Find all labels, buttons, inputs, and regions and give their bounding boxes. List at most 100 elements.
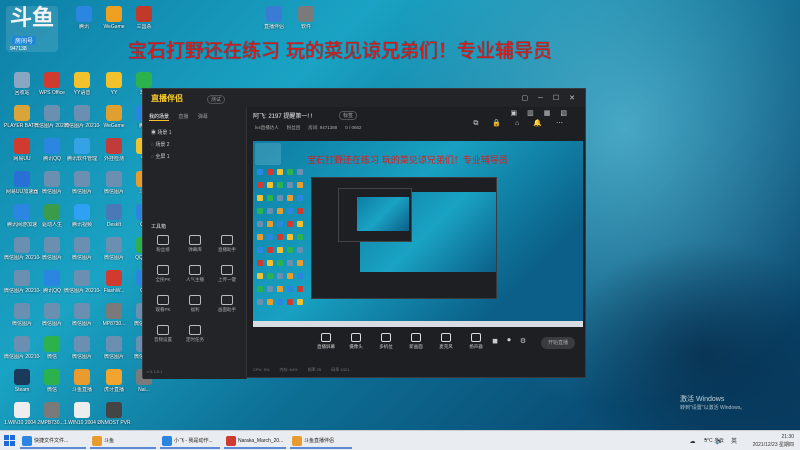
stream-preview[interactable]: 宝石打野还在练习 玩的菜见谅兄弟们！专业辅导员 (253, 141, 583, 327)
desktop-icon[interactable]: 微信图片 2021040... (64, 105, 100, 141)
tool-icon (221, 235, 233, 245)
control-icon (381, 333, 391, 342)
preview-mini-icon (277, 169, 283, 175)
desktop-icon[interactable]: 斗鱼直播 (64, 369, 100, 405)
tool-button[interactable]: 音频设置 (149, 325, 177, 343)
desktop-icon[interactable]: 微信图片 2021040... (64, 270, 100, 306)
tool-button[interactable]: 弹幕库 (181, 235, 209, 253)
app-icon (74, 138, 90, 154)
clock[interactable]: 5°C 多云 21:30 2021/12/23 星期四 (704, 433, 794, 449)
tab-scenes[interactable]: 我的场景 (149, 114, 170, 121)
preview-mini-icon (267, 169, 273, 175)
tool-button[interactable]: 上传一键 (213, 265, 241, 283)
taskbar-item[interactable]: 斗鱼直播伴侣 (290, 433, 352, 449)
tool-button[interactable]: 全民PK (149, 265, 177, 283)
control-label: 摄像头 (349, 344, 363, 349)
control-label: 麦克风 (439, 344, 453, 349)
taskbar-item[interactable]: 小飞 - 我是动作... (160, 433, 220, 449)
toolbox-title: 工具箱 (151, 224, 167, 230)
app-icon (106, 171, 122, 187)
clock-date: 2021/12/23 星期四 (752, 442, 794, 448)
control-button[interactable]: 扬声器 (463, 333, 489, 350)
desktop-icon[interactable]: 微信图片 (64, 237, 100, 273)
taskbar-item[interactable]: 快捷文件文件... (20, 433, 86, 449)
control-button[interactable]: 直播屏幕 (313, 333, 339, 350)
tool-icon (221, 295, 233, 305)
desktop-icon-label: 微信图片 (71, 189, 92, 195)
taskbar-item[interactable]: Naraka_March_20... (224, 433, 286, 449)
tool-label: 音频设置 (154, 337, 172, 342)
control-button[interactable]: 新画面 (403, 333, 429, 350)
app-icon (44, 171, 60, 187)
desktop-icon-label: 斗鱼直播 (71, 387, 92, 393)
control-button[interactable]: 麦克风 (433, 333, 459, 350)
desktop-icon[interactable]: 微信图片 (64, 303, 100, 339)
preview-mini-icon (257, 286, 263, 292)
control-icon-extra[interactable]: ⏺ (503, 337, 515, 345)
app-icon (14, 237, 30, 253)
control-icon-extra[interactable]: ⚙ (517, 337, 529, 345)
preview-mini-icon (257, 195, 263, 201)
preview-mini-icon (267, 234, 273, 240)
tool-button[interactable]: 福利 (181, 295, 209, 313)
desktop-icon[interactable]: 腾讯视频 (64, 204, 100, 240)
scene-item-1[interactable]: ◉ 场景 1 (151, 129, 172, 136)
weather: 5°C 多云 (704, 438, 724, 444)
header-tool-icons[interactable]: ▣▥▦▧ (511, 109, 577, 117)
control-label: 扬声器 (469, 344, 483, 349)
header-badge[interactable]: 标签 (339, 111, 358, 120)
app-icon (136, 72, 152, 88)
taskbar-item[interactable]: 斗鱼 (90, 433, 156, 449)
scene-item-3[interactable]: ◌ 全屏 1 (151, 153, 170, 160)
tool-button[interactable]: 粉丝榜 (149, 235, 177, 253)
start-live-button[interactable]: 开始直播 (541, 337, 575, 349)
tool-button[interactable]: 观看PK (149, 295, 177, 313)
tab-live[interactable]: 直播 (178, 114, 188, 120)
scene-item-2[interactable]: ◌ 场景 2 (151, 141, 170, 148)
app-titlebar[interactable]: 直播伴侣 测试 ▢ ─ ☐ ✕ (143, 89, 585, 107)
control-button[interactable]: 多机位 (373, 333, 399, 350)
preview-mini-icon (257, 182, 263, 188)
tool-label: 定时任务 (186, 337, 204, 342)
desktop-icon[interactable]: 微信图片 (64, 336, 100, 372)
tool-icon (189, 235, 201, 245)
preview-mini-icon (257, 247, 263, 253)
preview-mini-icon (297, 195, 303, 201)
desktop-icon[interactable]: YY语音 (64, 72, 100, 108)
app-icon (74, 171, 90, 187)
tool-button[interactable]: 定时任务 (181, 325, 209, 343)
scene-panel: 我的场景 直播 弹幕 ◉ 场景 1 ◌ 场景 2 ◌ 全屏 1 工具箱 粉丝榜 弹… (143, 107, 247, 379)
preview-mini-icon (297, 234, 303, 240)
tool-button[interactable]: 人气主播 (181, 265, 209, 283)
tool-icon (157, 325, 169, 335)
control-button[interactable]: 摄像头 (343, 333, 369, 350)
preview-mini-icon (277, 260, 283, 266)
app-icon (14, 270, 30, 286)
app-icon (14, 72, 30, 88)
start-button[interactable] (4, 435, 16, 447)
desktop-icon-label: 软件 (300, 24, 311, 30)
activation-title: 激活 Windows (680, 396, 725, 403)
app-icon (74, 369, 90, 385)
scene-tabs: 我的场景 直播 弹幕 (149, 113, 216, 121)
tool-button[interactable]: 画面助手 (213, 295, 241, 313)
window-controls[interactable]: ▢ ─ ☐ ✕ (521, 94, 579, 102)
tab-danmaku[interactable]: 弹幕 (198, 114, 208, 120)
streaming-app-window[interactable]: 直播伴侣 测试 ▢ ─ ☐ ✕ 我的场景 直播 弹幕 ◉ 场景 1 ◌ 场景 2… (142, 88, 586, 379)
header-action-icons[interactable]: ⧉🔒⌂🔔⋯ (473, 119, 577, 128)
preview-mini-icon (297, 273, 303, 279)
app-icon (14, 138, 30, 154)
control-label: 直播屏幕 (317, 344, 335, 349)
preview-mini-icon (287, 208, 293, 214)
desktop-icon-label: 微信图片 (71, 255, 92, 261)
preview-mini-icon (277, 195, 283, 201)
preview-mini-icon (267, 208, 273, 214)
app-icon (106, 138, 122, 154)
preview-mini-icon (257, 260, 263, 266)
preview-taskbar (253, 321, 583, 327)
control-icon-extra[interactable]: ◼ (489, 337, 501, 345)
tool-button[interactable]: 直播助手 (213, 235, 241, 253)
desktop-icon[interactable]: 腾讯软件管理 (64, 138, 100, 174)
app-icon (106, 72, 122, 88)
desktop-icon[interactable]: 微信图片 (64, 171, 100, 207)
